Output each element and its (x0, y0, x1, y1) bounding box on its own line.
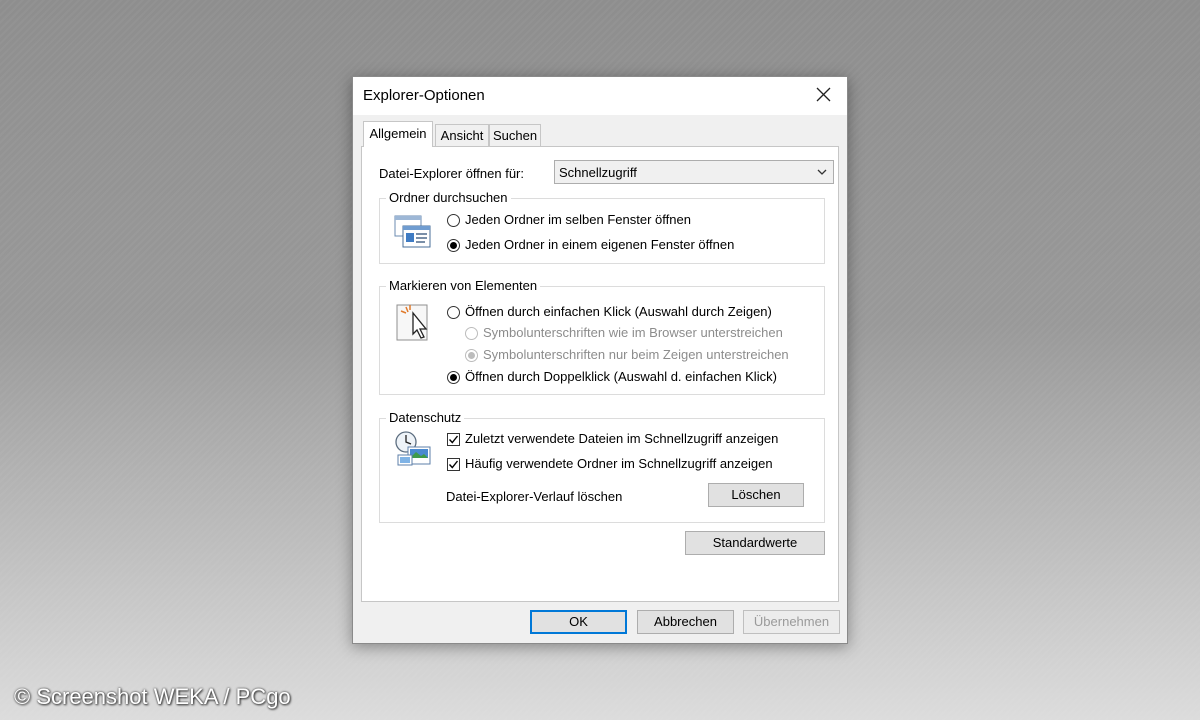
click-items-group: Markieren von Elementen Öffnen durch ein… (379, 278, 825, 395)
privacy-legend: Datenschutz (386, 410, 465, 425)
radio-underline-browser[interactable] (465, 327, 478, 340)
click-items-legend: Markieren von Elementen (386, 278, 541, 293)
browse-folders-group: Ordner durchsuchen Jeden Ordner im selbe… (379, 190, 825, 264)
ok-button[interactable]: OK (530, 610, 627, 634)
title-bar: Explorer-Optionen (353, 77, 847, 115)
radio-underline-browser-label: Symbolunterschriften wie im Browser unte… (483, 325, 783, 340)
radio-single-click[interactable] (447, 306, 460, 319)
radio-own-window-label: Jeden Ordner in einem eigenen Fenster öf… (465, 237, 735, 252)
radio-double-click[interactable] (447, 371, 460, 384)
apply-button[interactable]: Übernehmen (743, 610, 840, 634)
clear-history-label: Datei-Explorer-Verlauf löschen (446, 489, 623, 504)
tab-label: Allgemein (369, 126, 427, 141)
radio-same-window-label: Jeden Ordner im selben Fenster öffnen (465, 212, 691, 227)
ok-button-label: OK (569, 614, 588, 629)
tab-allgemein[interactable]: Allgemein (363, 121, 433, 147)
tab-ansicht[interactable]: Ansicht (435, 124, 489, 146)
clear-history-button-label: Löschen (731, 487, 781, 502)
restore-defaults-button[interactable]: Standardwerte (685, 531, 825, 555)
clear-history-button[interactable]: Löschen (708, 483, 804, 507)
window-title: Explorer-Optionen (363, 87, 485, 104)
radio-underline-hover-label: Symbolunterschriften nur beim Zeigen unt… (483, 347, 789, 362)
checkbox-frequent-folders-label: Häufig verwendete Ordner im Schnellzugri… (465, 456, 773, 471)
open-for-value: Schnellzugriff (559, 165, 637, 180)
tab-suchen[interactable]: Suchen (489, 124, 541, 146)
checkbox-recent-files[interactable] (447, 433, 460, 446)
radio-underline-hover[interactable] (465, 349, 478, 362)
checkmark-icon (448, 435, 459, 444)
tab-label: Suchen (492, 128, 538, 143)
explorer-options-dialog: Explorer-Optionen Allgemein Ansicht Such… (352, 76, 848, 644)
restore-defaults-label: Standardwerte (712, 535, 798, 550)
radio-own-window[interactable] (447, 239, 460, 252)
history-icon (395, 431, 431, 466)
cancel-button[interactable]: Abbrechen (637, 610, 734, 634)
browse-folders-legend: Ordner durchsuchen (386, 190, 511, 205)
checkbox-frequent-folders[interactable] (447, 458, 460, 471)
close-button[interactable] (801, 77, 847, 113)
click-cursor-icon (396, 304, 428, 341)
tab-label: Ansicht (440, 128, 484, 143)
cancel-button-label: Abbrechen (654, 614, 717, 629)
tab-panel-allgemein: Datei-Explorer öffnen für: Schnellzugrif… (361, 146, 839, 602)
radio-single-click-label: Öffnen durch einfachen Klick (Auswahl du… (465, 304, 772, 319)
chevron-down-icon (817, 169, 827, 175)
checkbox-recent-files-label: Zuletzt verwendete Dateien im Schnellzug… (465, 431, 779, 446)
radio-same-window[interactable] (447, 214, 460, 227)
open-for-label: Datei-Explorer öffnen für: (379, 166, 524, 181)
copyright-watermark: © Screenshot WEKA / PCgo (14, 684, 291, 709)
windows-icon (394, 215, 431, 248)
close-icon (816, 87, 831, 102)
radio-double-click-label: Öffnen durch Doppelklick (Auswahl d. ein… (465, 369, 777, 384)
apply-button-label: Übernehmen (753, 614, 830, 629)
open-for-dropdown[interactable]: Schnellzugriff (554, 160, 834, 184)
checkmark-icon (448, 460, 459, 469)
privacy-group: Datenschutz Zuletzt verwendete Dateien i… (379, 410, 825, 523)
